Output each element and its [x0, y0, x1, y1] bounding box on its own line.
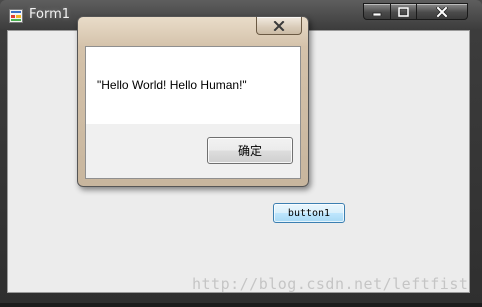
- form-app-icon[interactable]: [9, 9, 23, 23]
- caption-buttons: [363, 3, 468, 21]
- minimize-icon: [372, 12, 382, 16]
- maximize-icon: [398, 6, 409, 17]
- button1[interactable]: button1: [273, 203, 345, 223]
- minimize-button[interactable]: [363, 3, 391, 20]
- close-button[interactable]: [417, 3, 468, 20]
- window-title: Form1: [29, 7, 71, 22]
- close-icon: [436, 6, 448, 17]
- dialog-message-text: "Hello World! Hello Human!": [97, 78, 247, 92]
- watermark-text: http://blog.csdn.net/leftfist: [192, 275, 469, 293]
- dialog-content-area: "Hello World! Hello Human!" 确定: [85, 46, 301, 179]
- close-icon: [273, 20, 285, 31]
- ok-button[interactable]: 确定: [207, 137, 293, 164]
- maximize-button[interactable]: [391, 3, 417, 20]
- dialog-message-panel: "Hello World! Hello Human!": [86, 47, 300, 124]
- taskbar-strip: [0, 303, 482, 307]
- message-box-dialog: "Hello World! Hello Human!" 确定: [77, 16, 309, 187]
- dialog-close-button[interactable]: [256, 17, 302, 35]
